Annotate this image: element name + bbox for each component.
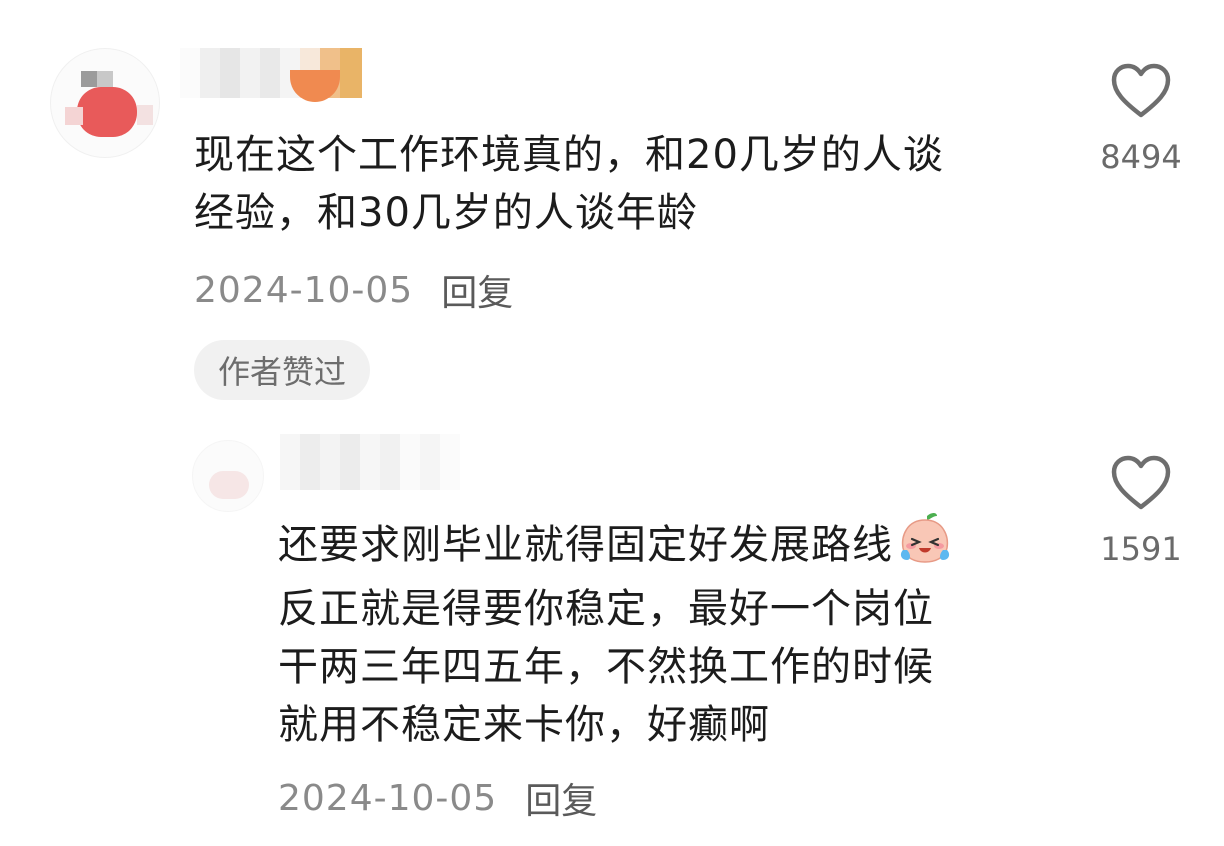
comment-meta: 2024-10-05 回复 (278, 772, 597, 824)
username-blurred[interactable] (280, 434, 460, 490)
heart-outline-icon (1111, 455, 1171, 510)
comment-line: 干两三年四五年，不然换工作的时候 (278, 644, 934, 690)
author-liked-badge: 作者赞过 (194, 340, 370, 400)
comment-meta: 2024-10-05 回复 (194, 264, 513, 316)
reply-button[interactable]: 回复 (525, 772, 597, 824)
comment-text: 还要求刚毕业就得固定好发展路线 反正就是得要你稳定，最好一个岗位 干两三年四五年… (278, 510, 953, 754)
comment-item: 还要求刚毕业就得固定好发展路线 反正就是得要你稳定，最好一个岗位 干两三年四五年… (0, 420, 1224, 846)
comment-line: 就用不稳定来卡你，好癫啊 (278, 702, 770, 748)
comment-text: 现在这个工作环境真的，和20几岁的人谈 经验，和30几岁的人谈年龄 (194, 126, 944, 242)
heart-outline-icon (1111, 63, 1171, 118)
comment-line-text: 还要求刚毕业就得固定好发展路线 (278, 522, 893, 568)
reply-button[interactable]: 回复 (441, 264, 513, 316)
like-count: 8494 (1100, 138, 1182, 176)
like-button[interactable] (1110, 454, 1172, 512)
comment-date: 2024-10-05 (278, 777, 498, 819)
comment-line: 经验，和30几岁的人谈年龄 (194, 190, 698, 236)
avatar[interactable] (50, 48, 160, 158)
comment-date: 2024-10-05 (194, 269, 414, 311)
comment-line: 现在这个工作环境真的，和20几岁的人谈 (194, 132, 944, 178)
avatar[interactable] (192, 440, 264, 512)
crying-face-icon (897, 510, 953, 580)
comment-line: 还要求刚毕业就得固定好发展路线 (278, 510, 953, 580)
like-button[interactable] (1110, 62, 1172, 120)
like-count: 1591 (1100, 530, 1182, 568)
comment-item: 现在这个工作环境真的，和20几岁的人谈 经验，和30几岁的人谈年龄 2024-1… (0, 0, 1224, 420)
comment-line: 反正就是得要你稳定，最好一个岗位 (278, 586, 934, 632)
